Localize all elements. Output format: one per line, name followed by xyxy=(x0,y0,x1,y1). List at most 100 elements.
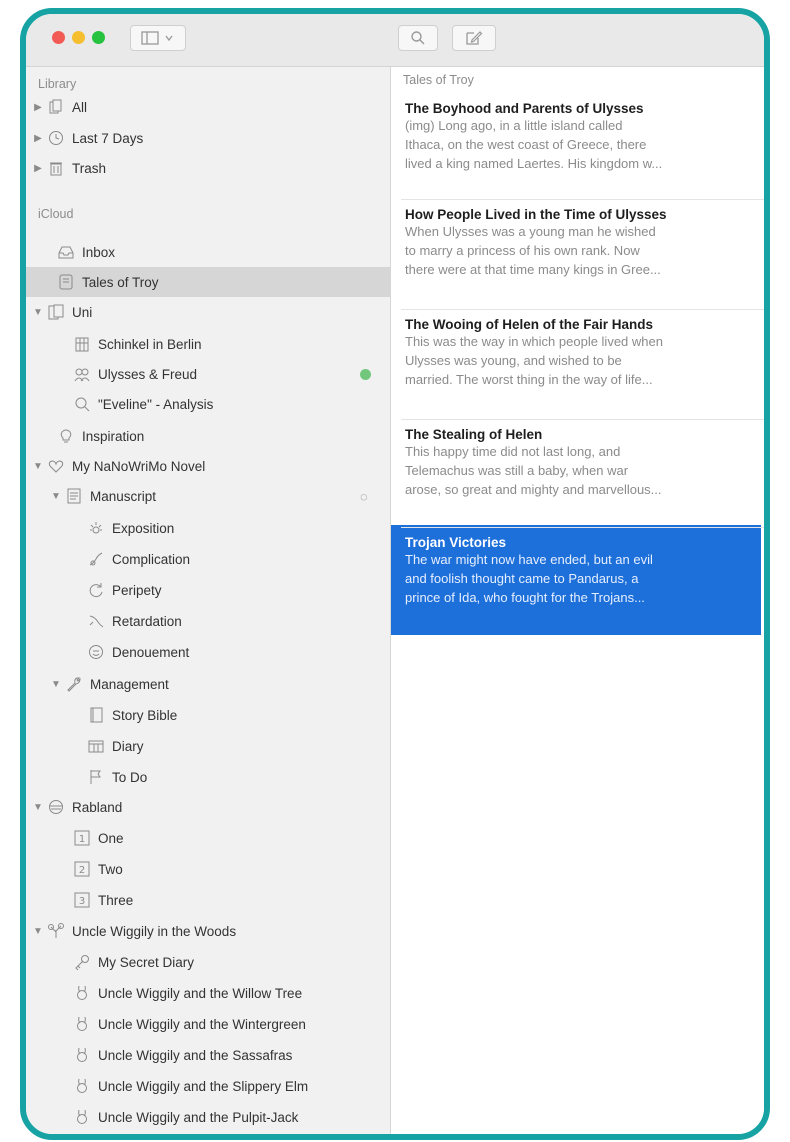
sidebar-item-uncle-wiggily-and-the-sassafras[interactable]: Uncle Wiggily and the Sassafras xyxy=(26,1040,390,1070)
sidebar-item-ulysses-freud[interactable]: Ulysses & Freud xyxy=(26,359,390,389)
sidebar-item-eveline-analysis[interactable]: "Eveline" - Analysis xyxy=(26,389,390,419)
note-item[interactable]: The Stealing of Helen This happy time did… xyxy=(405,427,764,499)
sidebar-item-label: Ulysses & Freud xyxy=(98,366,198,382)
sidebar-item-label: Story Bible xyxy=(112,707,178,723)
sidebar-item-label: My NaNoWriMo Novel xyxy=(72,458,206,474)
note-preview-line: married. The worst thing in the way of l… xyxy=(405,372,653,387)
rabbit-icon xyxy=(72,983,92,1003)
note-preview-line: and foolish thought came to Pandarus, a xyxy=(405,571,639,586)
sidebar-item-trash[interactable]: ▶ Trash xyxy=(26,153,390,183)
sidebar-item-all[interactable]: ▶ All xyxy=(26,92,390,122)
sidebar-item-diary[interactable]: Diary xyxy=(26,731,390,761)
sidebar-item-label: Inbox xyxy=(82,244,116,260)
compose-button[interactable] xyxy=(452,25,496,51)
sidebar-item-my-secret-diary[interactable]: My Secret Diary xyxy=(26,947,390,977)
note-preview-line: lived a king named Laertes. His kingdom … xyxy=(405,156,663,171)
sidebar-item-world-domination-blog[interactable]: World Domination Blog xyxy=(26,1129,390,1134)
sidebar-item-inspiration[interactable]: Inspiration xyxy=(26,421,390,451)
calendar-icon xyxy=(86,736,106,756)
disclosure-open-icon[interactable]: ▼ xyxy=(32,307,44,318)
note-preview-line: Ulysses was young, and wished to be xyxy=(405,353,622,368)
group-icon xyxy=(46,302,66,322)
building-icon xyxy=(72,334,92,354)
disclosure-open-icon[interactable]: ▼ xyxy=(32,802,44,813)
note-item[interactable]: Trojan Victories The war might now have e… xyxy=(405,535,764,607)
sidebar-item-uncle-wiggily-and-the-slippery-elm[interactable]: Uncle Wiggily and the Slippery Elm xyxy=(26,1071,390,1101)
sidebar-item-management[interactable]: ▼ Management xyxy=(26,669,390,699)
sidebar-item-complication[interactable]: Complication xyxy=(26,544,390,574)
sidebar-item-uncle-wiggily-and-the-wintergreen[interactable]: Uncle Wiggily and the Wintergreen xyxy=(26,1009,390,1039)
sidebar-item-label: Diary xyxy=(112,738,144,754)
sidebar-item-label: Uncle Wiggily and the Willow Tree xyxy=(98,985,303,1001)
sidebar-item-peripety[interactable]: Peripety xyxy=(26,575,390,605)
sidebar-item-schinkel-in-berlin[interactable]: Schinkel in Berlin xyxy=(26,329,390,359)
title-bar xyxy=(26,14,764,67)
sidebar-item-label: Uncle Wiggily and the Slippery Elm xyxy=(98,1078,309,1094)
disclosure-open-icon[interactable]: ▼ xyxy=(32,926,44,937)
sidebar-item-uncle-wiggily-in-the-woods[interactable]: ▼ Uncle Wiggily in the Woods xyxy=(26,916,390,946)
close-window-button[interactable] xyxy=(52,31,65,44)
face-icon xyxy=(46,797,66,817)
cycle-icon xyxy=(86,580,106,600)
note-item[interactable]: The Wooing of Helen of the Fair Hands Thi… xyxy=(405,317,764,389)
note-list-header: Tales of Troy xyxy=(403,73,474,87)
key-icon xyxy=(72,952,92,972)
disclosure-closed-icon[interactable]: ▶ xyxy=(32,102,44,113)
sidebar-item-one[interactable]: 1 One xyxy=(26,823,390,853)
sidebar-item-my-nanowrimo-novel[interactable]: ▼ My NaNoWriMo Novel xyxy=(26,451,390,481)
note-divider xyxy=(401,527,764,528)
sidebar-item-exposition[interactable]: Exposition xyxy=(26,513,390,543)
tree-icon xyxy=(46,921,66,941)
app-window: Library iCloud ▶ All ▶ Last 7 Days ▶ Trash Inb… xyxy=(20,8,770,1140)
svg-text:3: 3 xyxy=(79,896,85,907)
sidebar-item-label: Last 7 Days xyxy=(72,130,144,146)
sidebar-item-label: Uncle Wiggily and the Wintergreen xyxy=(98,1016,306,1032)
sidebar-item-last-7-days[interactable]: ▶ Last 7 Days xyxy=(26,123,390,153)
book-icon xyxy=(86,705,106,725)
sidebar-item-three[interactable]: 3 Three xyxy=(26,885,390,915)
sheet-icon xyxy=(56,272,76,292)
sidebar-item-story-bible[interactable]: Story Bible xyxy=(26,700,390,730)
progress-spinner-icon: ◌ xyxy=(360,488,368,504)
sheets-icon xyxy=(46,97,66,117)
disclosure-open-icon[interactable]: ▼ xyxy=(50,491,62,502)
sidebar-item-tales-of-troy[interactable]: Tales of Troy xyxy=(26,267,390,297)
sidebar-item-label: Complication xyxy=(112,551,191,567)
rabbit-icon xyxy=(72,1076,92,1096)
note-preview-line: Telemachus was still a baby, when war xyxy=(405,463,629,478)
disclosure-closed-icon[interactable]: ▶ xyxy=(32,133,44,144)
sidebar-toggle-button[interactable] xyxy=(130,25,186,51)
sidebar-item-rabland[interactable]: ▼ Rabland xyxy=(26,792,390,822)
sidebar-item-uncle-wiggily-and-the-pulpit-jack[interactable]: Uncle Wiggily and the Pulpit-Jack xyxy=(26,1102,390,1132)
sidebar-item-label: Tales of Troy xyxy=(82,274,159,290)
sidebar-item-label: Exposition xyxy=(112,520,175,536)
sun-icon xyxy=(86,518,106,538)
disclosure-open-icon[interactable]: ▼ xyxy=(32,461,44,472)
note-item[interactable]: How People Lived in the Time of Ulysses W… xyxy=(405,207,764,279)
sidebar-item-label: To Do xyxy=(112,769,148,785)
note-preview-line: arose, so great and mighty and marvellou… xyxy=(405,482,662,497)
trash-icon xyxy=(46,158,66,178)
note-preview-line: (img) Long ago, in a little island calle… xyxy=(405,118,623,133)
sidebar-item-two[interactable]: 2 Two xyxy=(26,854,390,884)
rabbit-icon xyxy=(72,1045,92,1065)
sidebar-item-inbox[interactable]: Inbox xyxy=(26,237,390,267)
note-item[interactable]: The Boyhood and Parents of Ulysses (img) … xyxy=(405,101,764,173)
zoom-window-button[interactable] xyxy=(92,31,105,44)
sidebar-item-label: Inspiration xyxy=(82,428,145,444)
sidebar-item-label: Manuscript xyxy=(90,488,157,504)
sidebar-item-uncle-wiggily-and-the-willow-tree[interactable]: Uncle Wiggily and the Willow Tree xyxy=(26,978,390,1008)
search-button[interactable] xyxy=(398,25,438,51)
sidebar-item-denouement[interactable]: Denouement xyxy=(26,637,390,667)
search-icon xyxy=(411,31,425,45)
minimize-window-button[interactable] xyxy=(72,31,85,44)
sidebar-icon xyxy=(141,31,173,45)
disclosure-closed-icon[interactable]: ▶ xyxy=(32,163,44,174)
sidebar-item-label: My Secret Diary xyxy=(98,954,195,970)
sidebar-item-uni[interactable]: ▼ Uni xyxy=(26,297,390,327)
sidebar-item-label: Two xyxy=(98,861,123,877)
sidebar-item-to-do[interactable]: To Do xyxy=(26,762,390,792)
sidebar-item-retardation[interactable]: Retardation xyxy=(26,606,390,636)
disclosure-open-icon[interactable]: ▼ xyxy=(50,679,62,690)
sidebar-item-manuscript[interactable]: ▼ Manuscript ◌ xyxy=(26,481,390,511)
